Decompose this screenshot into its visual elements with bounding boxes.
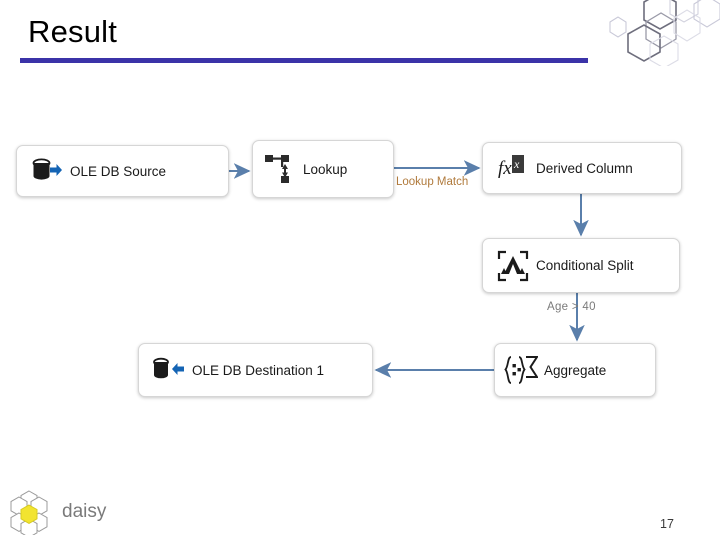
database-export-icon: [30, 154, 64, 188]
node-ole-db-source[interactable]: OLE DB Source: [16, 145, 229, 197]
node-label: Conditional Split: [536, 258, 634, 273]
node-label: Aggregate: [544, 362, 607, 378]
aggregate-sigma-icon: [504, 353, 538, 387]
fx-icon: fx x: [496, 151, 530, 185]
page-title: Result: [28, 14, 118, 49]
title-divider: [20, 58, 588, 63]
edge-label-lookup-match: Lookup Match: [396, 176, 469, 188]
node-derived-column[interactable]: fx x Derived Column: [482, 142, 682, 194]
node-label: OLE DB Destination 1: [192, 362, 325, 378]
data-flow-diagram: OLE DB Source Lookup fx x Derived Column…: [0, 118, 720, 418]
svg-text:fx: fx: [498, 158, 512, 179]
node-lookup[interactable]: Lookup: [252, 140, 394, 198]
daisy-hexagon-flower-icon: [10, 490, 48, 535]
edge-label-age-condition: Age > 40: [547, 301, 596, 313]
node-ole-db-destination[interactable]: OLE DB Destination 1: [138, 343, 373, 397]
node-label: Derived Column: [536, 160, 633, 176]
page-number: 17: [660, 517, 674, 531]
brand-logo: daisy: [8, 488, 118, 536]
hexagon-decoration-icon: [609, 0, 720, 66]
lookup-icon: [263, 152, 297, 186]
node-aggregate[interactable]: Aggregate: [494, 343, 656, 397]
slide: Result OLE DB Source Lookup fx x Derived…: [0, 0, 720, 540]
database-import-icon: [152, 353, 186, 387]
node-conditional-split[interactable]: Conditional Split: [482, 238, 680, 293]
conditional-split-icon: [496, 249, 530, 283]
node-label: Lookup: [303, 161, 348, 177]
node-label: OLE DB Source: [70, 163, 167, 179]
svg-text:x: x: [513, 157, 520, 171]
brand-name: daisy: [62, 501, 107, 522]
